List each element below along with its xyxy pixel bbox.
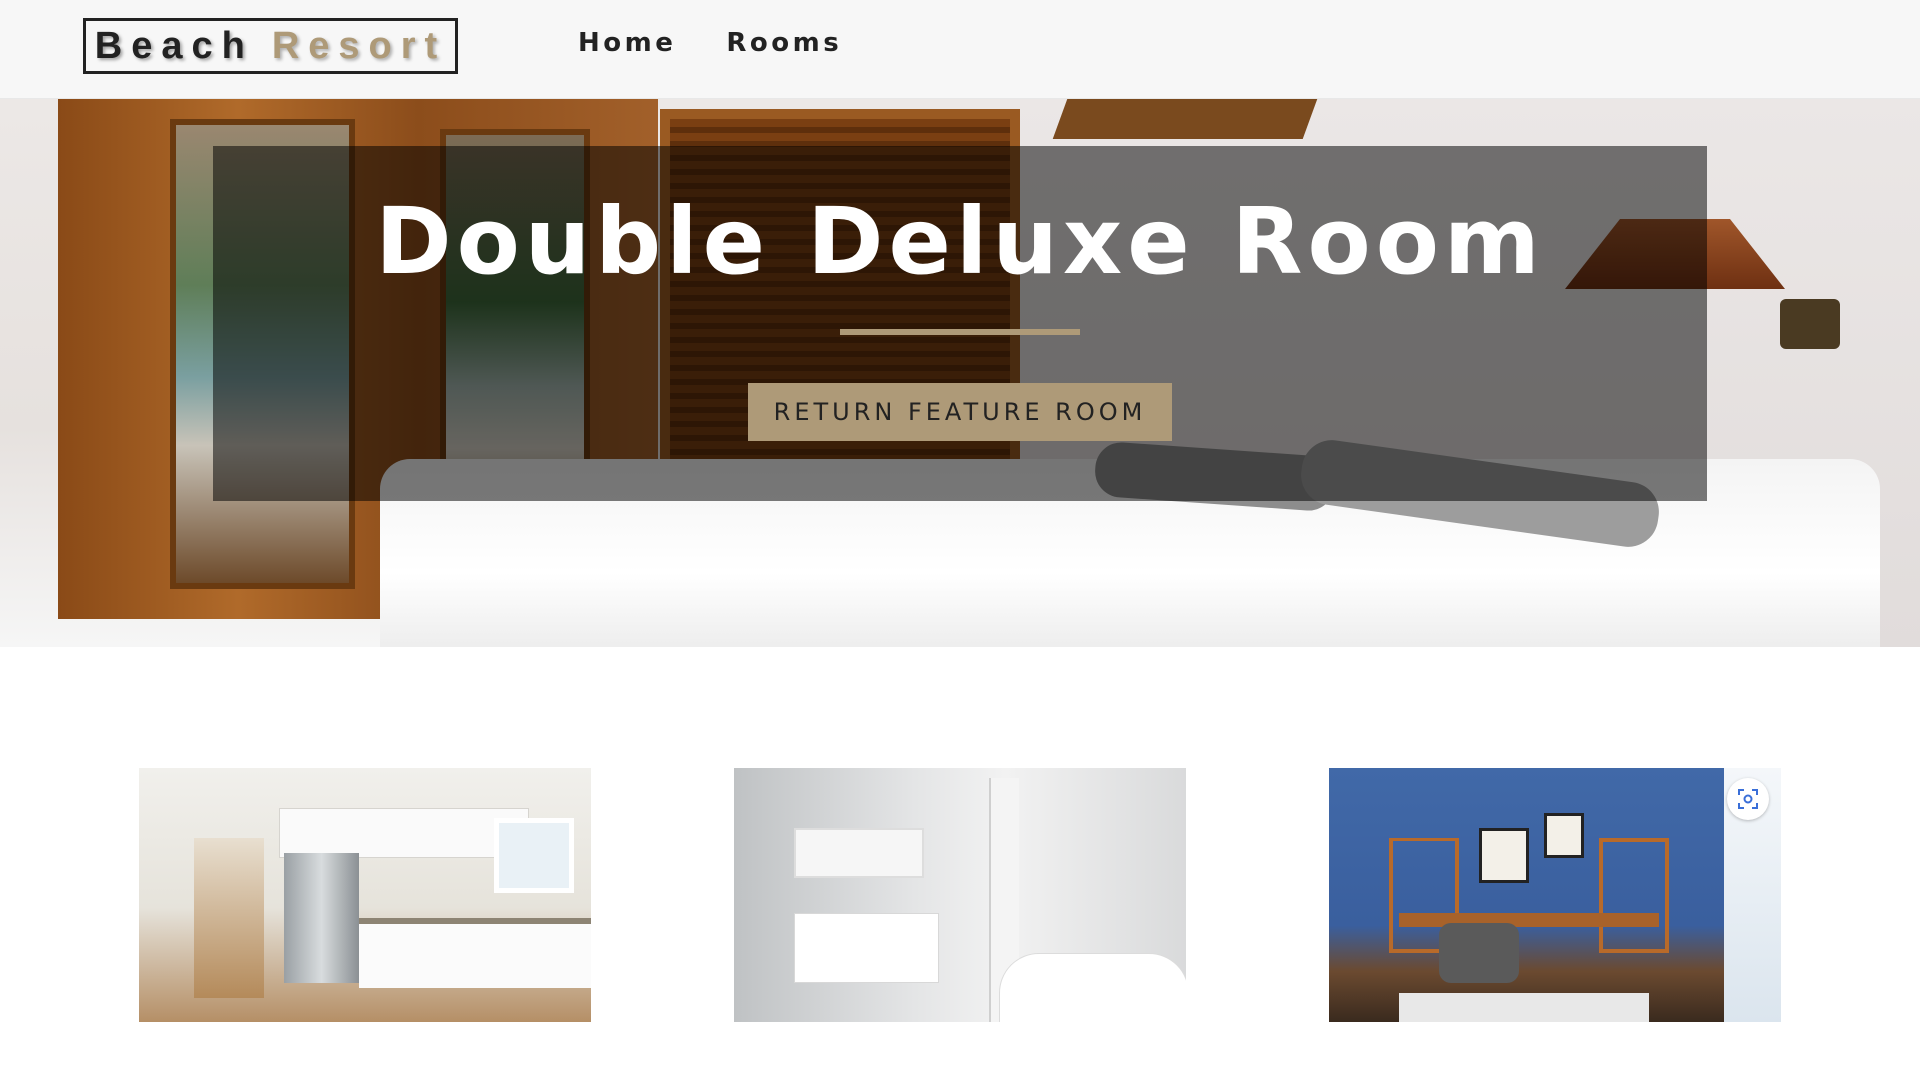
nav-link-home[interactable]: Home [578,28,676,58]
hero-divider [840,328,1080,335]
office-art-right [1544,813,1584,858]
office-shelf-right [1599,838,1669,953]
kitchen-doorway [194,838,264,998]
visual-search-icon[interactable] [1727,778,1769,820]
bathroom-vanity [794,913,939,983]
bathroom-mirror [794,828,924,878]
kitchen-upper-cabinets [279,808,529,858]
brand-word-1: Beach [94,24,254,67]
room-gallery [0,768,1920,1023]
brand-logo[interactable]: Beach Resort [83,18,458,74]
hero-overlay-box: Double Deluxe Room RETURN FEATURE ROOM [213,146,1707,501]
lens-glyph-icon [1738,789,1758,809]
office-art-left [1479,828,1529,883]
bathroom-tub [999,953,1186,1022]
hero-banner: Double Deluxe Room RETURN FEATURE ROOM [0,99,1920,647]
hero-ceiling-beam [1052,99,1318,139]
brand-word-2: Resort [271,24,447,67]
nav-links: Home Rooms [578,28,842,58]
office-chair [1439,923,1519,983]
return-feature-room-button[interactable]: RETURN FEATURE ROOM [747,382,1173,441]
gallery-image-office [1329,768,1781,1022]
navbar: Beach Resort Home Rooms [0,0,1920,99]
office-coffee-table [1399,993,1649,1022]
kitchen-window [494,818,574,893]
office-desk [1399,913,1659,927]
kitchen-lower-cabinets [359,918,591,988]
nav-link-rooms[interactable]: Rooms [726,28,842,58]
gallery-image-kitchen [139,768,591,1022]
kitchen-fridge [284,853,359,983]
hero-lamp-mount [1780,299,1840,349]
hero-title: Double Deluxe Room [375,188,1545,295]
gallery-image-bathroom [734,768,1186,1022]
